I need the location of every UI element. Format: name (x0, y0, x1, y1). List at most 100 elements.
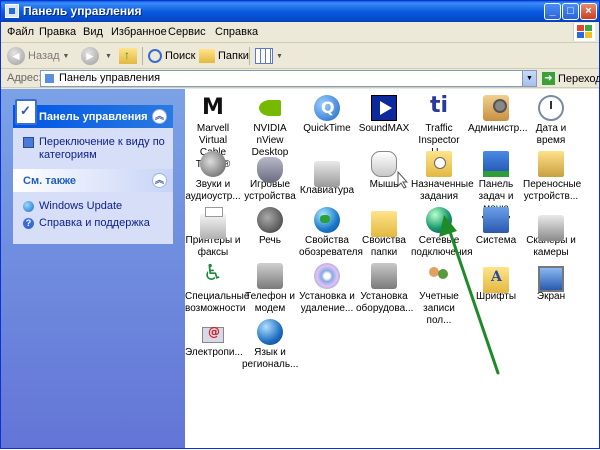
item-label: Учетные записи пол... (419, 291, 459, 326)
printer-icon (200, 207, 226, 239)
address-input[interactable]: Панель управления ▼ (40, 70, 537, 87)
item-portable-devices[interactable]: Переносные устройств... (523, 151, 581, 203)
gamepad-icon (257, 157, 283, 183)
menu-file[interactable]: Файл (7, 26, 34, 38)
add-hardware-icon (371, 263, 397, 289)
windows-update-link[interactable]: Windows Update (23, 200, 165, 213)
see-also-body: Windows Update ? Справка и поддержка (13, 192, 173, 244)
forward-arrow-icon: ► (81, 47, 99, 65)
item-label: Специальные возможности (185, 291, 250, 314)
forward-button[interactable]: ► ▼ (81, 45, 112, 67)
item-user-accounts[interactable]: Учетные записи пол... (411, 263, 467, 327)
see-also-section: См. также ︽ Windows Update ? Справка и п… (13, 169, 173, 244)
help-support-label: Справка и поддержка (39, 217, 150, 229)
item-printers[interactable]: Принтеры и факсы (185, 207, 241, 259)
item-game-controllers[interactable]: Игровые устройства (242, 151, 298, 203)
nvidia-icon (257, 95, 283, 121)
display-icon (538, 266, 564, 292)
see-also-title: См. также (23, 175, 76, 187)
item-administration[interactable]: Администр... (468, 95, 528, 135)
item-label: Электропи... (185, 347, 243, 358)
item-scheduled-tasks[interactable]: Назначенные задания (411, 151, 474, 203)
item-speech[interactable]: Речь (242, 207, 298, 247)
control-panel-window: Панель управления _ □ × Файл Правка Вид … (0, 0, 600, 449)
item-accessibility[interactable]: Специальные возможности (185, 261, 250, 315)
internet-options-icon (314, 207, 340, 233)
item-label: Система (475, 235, 517, 246)
item-label: Администр... (468, 123, 528, 134)
item-folder-options[interactable]: Свойства папки (356, 207, 412, 259)
item-label: Сетевые подключения (411, 235, 473, 258)
toolbar-separator (249, 47, 250, 65)
item-display[interactable]: Экран (523, 263, 579, 303)
item-fonts[interactable]: Шрифты (468, 263, 524, 303)
address-dropdown-icon[interactable]: ▼ (522, 71, 536, 86)
switch-to-category-view-label: Переключение к виду по категориям (39, 136, 165, 161)
views-button[interactable]: ▼ (255, 45, 283, 67)
network-connections-icon (426, 207, 452, 233)
switch-to-category-view-link[interactable]: Переключение к виду по категориям (23, 136, 165, 162)
folders-button[interactable]: Папки (199, 45, 249, 67)
folder-options-icon (371, 211, 397, 237)
item-label: Экран (536, 291, 566, 302)
quicktime-icon (314, 95, 340, 121)
go-button[interactable]: ➜ Переход (542, 71, 600, 86)
portable-devices-icon (538, 151, 564, 177)
minimize-button[interactable]: _ (544, 3, 561, 20)
item-power-options[interactable]: Электропи... (185, 319, 243, 359)
item-label: QuickTime (303, 123, 351, 134)
close-button[interactable]: × (580, 3, 597, 20)
item-keyboard[interactable]: Клавиатура (299, 151, 355, 197)
control-panel-icon (15, 99, 37, 125)
control-panel-section: Панель управления ︽ Переключение к виду … (13, 99, 173, 176)
item-label: Телефон и модем (245, 291, 295, 314)
item-network-connections[interactable]: Сетевые подключения (411, 207, 473, 259)
user-accounts-icon (426, 263, 452, 289)
item-system[interactable]: Система (468, 207, 524, 247)
menu-favorites[interactable]: Избранное (111, 26, 167, 38)
views-dropdown-icon[interactable]: ▼ (276, 53, 283, 60)
help-support-link[interactable]: ? Справка и поддержка (23, 217, 165, 230)
item-label: SoundMAX (358, 123, 410, 134)
menu-view[interactable]: Вид (83, 26, 103, 38)
item-add-hardware[interactable]: Установка оборудова... (356, 263, 414, 315)
windows-logo-icon (573, 23, 595, 41)
item-soundmax[interactable]: SoundMAX (356, 95, 412, 135)
item-scanners[interactable]: Сканеры и камеры (523, 207, 579, 259)
maximize-button[interactable]: □ (562, 3, 579, 20)
collapse-icon[interactable]: ︽ (152, 173, 167, 188)
search-icon (148, 49, 162, 63)
back-dropdown-icon[interactable]: ▼ (63, 53, 70, 60)
collapse-icon[interactable]: ︽ (152, 109, 167, 124)
menu-edit[interactable]: Правка (39, 26, 76, 38)
task-pane: Панель управления ︽ Переключение к виду … (1, 89, 185, 448)
fonts-icon (483, 267, 509, 293)
item-label: Язык и региональ... (242, 347, 299, 370)
see-also-header[interactable]: См. также ︽ (13, 169, 173, 192)
item-phone-modem[interactable]: Телефон и модем (242, 263, 298, 315)
forward-dropdown-icon[interactable]: ▼ (105, 53, 112, 60)
item-quicktime[interactable]: QuickTime (299, 95, 355, 135)
item-regional-options[interactable]: Язык и региональ... (242, 319, 298, 371)
item-label: Установка оборудова... (356, 291, 414, 314)
address-label: Адрес: (7, 72, 42, 84)
item-traffic-inspector[interactable]: Traffic Inspector U... (411, 93, 467, 159)
menu-tools[interactable]: Сервис (168, 26, 206, 38)
go-label: Переход (558, 72, 600, 85)
item-date-time[interactable]: Дата и время (523, 95, 579, 147)
item-sounds[interactable]: Звуки и аудиоустр... (185, 151, 241, 203)
phone-modem-icon (257, 263, 283, 289)
item-internet-options[interactable]: Свойства обозревателя (299, 207, 363, 259)
title-bar[interactable]: Панель управления _ □ × (1, 1, 599, 22)
folders-label: Папки (218, 50, 249, 62)
control-panel-icon (5, 4, 19, 18)
up-folder-button[interactable]: ↑ (119, 45, 137, 67)
item-add-remove-programs[interactable]: Установка и удаление... (299, 263, 355, 315)
control-panel-section-header[interactable]: Панель управления ︽ (13, 99, 173, 128)
back-button[interactable]: ◄ Назад ▼ (7, 45, 69, 67)
item-label: Назначенные задания (411, 179, 474, 202)
soundmax-icon (371, 95, 397, 121)
folders-icon (199, 49, 215, 63)
search-button[interactable]: Поиск (148, 45, 195, 67)
menu-help[interactable]: Справка (215, 26, 258, 38)
